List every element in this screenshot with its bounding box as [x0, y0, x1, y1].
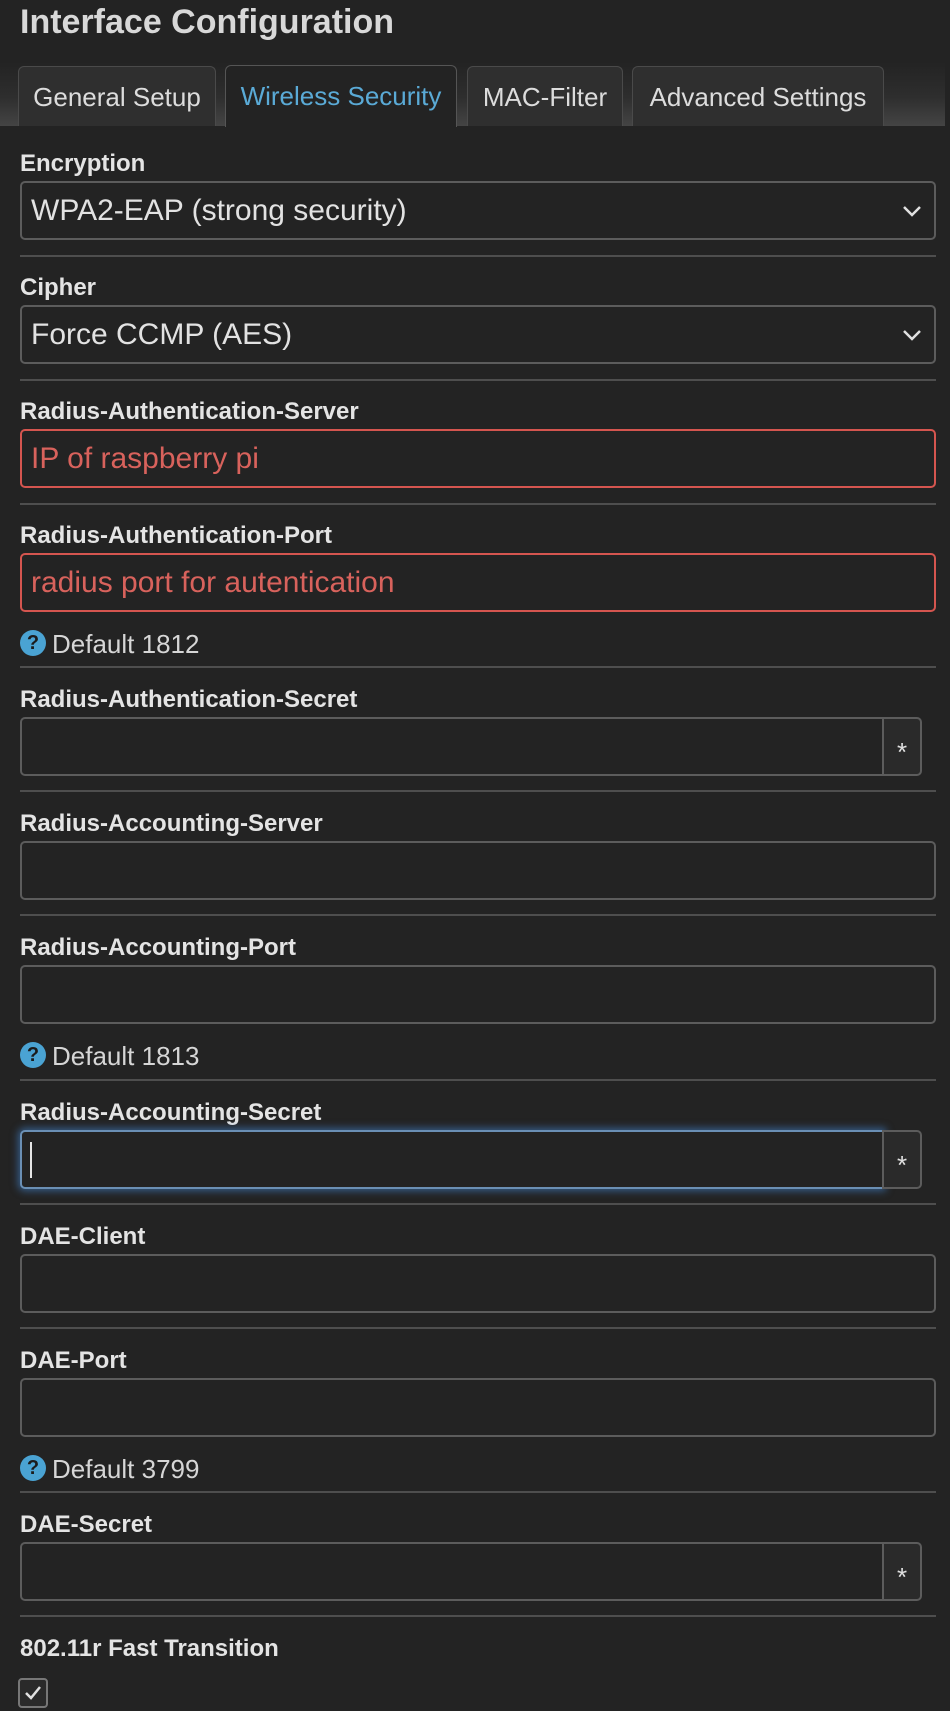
- help-icon: ?: [20, 1042, 46, 1068]
- radius-acct-port-input[interactable]: [20, 965, 936, 1024]
- radius-auth-port-label: Radius-Authentication-Port: [20, 522, 332, 549]
- reveal-secret-button[interactable]: *: [882, 1130, 922, 1189]
- interface-configuration-page: Interface Configuration General Setup Wi…: [0, 0, 950, 1711]
- divider: [20, 503, 936, 505]
- help-icon: ?: [20, 630, 46, 656]
- divider: [20, 1079, 936, 1081]
- divider: [20, 255, 936, 257]
- radius-acct-port-label: Radius-Accounting-Port: [20, 934, 296, 961]
- encryption-label: Encryption: [20, 150, 146, 177]
- page-title: Interface Configuration: [20, 3, 395, 41]
- radius-auth-port-value: radius port for autentication: [31, 566, 395, 599]
- chevron-down-icon: [903, 206, 921, 217]
- divider: [20, 1491, 936, 1493]
- dae-client-input[interactable]: [20, 1254, 936, 1313]
- divider: [20, 379, 936, 381]
- divider: [20, 666, 936, 668]
- dae-secret-label: DAE-Secret: [20, 1511, 153, 1538]
- encryption-select-value: WPA2-EAP (strong security): [31, 194, 407, 227]
- cipher-select[interactable]: Force CCMP (AES): [20, 305, 936, 364]
- dae-port-hint: ? Default 3799: [20, 1454, 199, 1484]
- radius-auth-server-label: Radius-Authentication-Server: [20, 398, 359, 425]
- tab-general-setup[interactable]: General Setup: [18, 66, 216, 126]
- radius-auth-port-hint-text: Default 1812: [52, 629, 200, 659]
- fast-transition-checkbox[interactable]: [18, 1678, 48, 1708]
- tab-advanced-settings[interactable]: Advanced Settings: [632, 66, 884, 126]
- divider: [20, 1203, 936, 1205]
- divider: [20, 1615, 936, 1617]
- encryption-select[interactable]: WPA2-EAP (strong security): [20, 181, 936, 240]
- radius-acct-server-label: Radius-Accounting-Server: [20, 810, 323, 837]
- radius-auth-port-input[interactable]: radius port for autentication: [20, 553, 936, 612]
- chevron-down-icon: [903, 330, 921, 341]
- radius-auth-server-value: IP of raspberry pi: [31, 442, 259, 475]
- divider: [20, 914, 936, 916]
- radius-acct-secret-input[interactable]: [20, 1130, 884, 1189]
- reveal-secret-button[interactable]: *: [882, 1542, 922, 1601]
- radius-acct-secret-label: Radius-Accounting-Secret: [20, 1099, 322, 1126]
- radius-auth-secret-input[interactable]: [20, 717, 884, 776]
- cipher-select-value: Force CCMP (AES): [31, 318, 293, 351]
- reveal-secret-button[interactable]: *: [882, 717, 922, 776]
- cipher-label: Cipher: [20, 274, 97, 301]
- radius-acct-port-hint-text: Default 1813: [52, 1041, 200, 1071]
- dae-secret-input[interactable]: [20, 1542, 884, 1601]
- text-caret: [30, 1142, 32, 1178]
- radius-acct-server-input[interactable]: [20, 841, 936, 900]
- dae-port-input[interactable]: [20, 1378, 936, 1437]
- radius-auth-port-hint: ? Default 1812: [20, 629, 199, 659]
- divider: [20, 790, 936, 792]
- fast-transition-label: 802.11r Fast Transition: [20, 1635, 279, 1662]
- radius-acct-port-hint: ? Default 1813: [20, 1041, 199, 1071]
- tab-mac-filter[interactable]: MAC-Filter: [467, 66, 623, 126]
- dae-port-label: DAE-Port: [20, 1347, 127, 1374]
- dae-port-hint-text: Default 3799: [52, 1454, 200, 1484]
- help-icon: ?: [20, 1455, 46, 1481]
- divider: [20, 1327, 936, 1329]
- tab-wireless-security[interactable]: Wireless Security: [225, 65, 457, 127]
- dae-client-label: DAE-Client: [20, 1223, 146, 1250]
- check-icon: [25, 1686, 41, 1700]
- radius-auth-secret-label: Radius-Authentication-Secret: [20, 686, 358, 713]
- radius-auth-server-input[interactable]: IP of raspberry pi: [20, 429, 936, 488]
